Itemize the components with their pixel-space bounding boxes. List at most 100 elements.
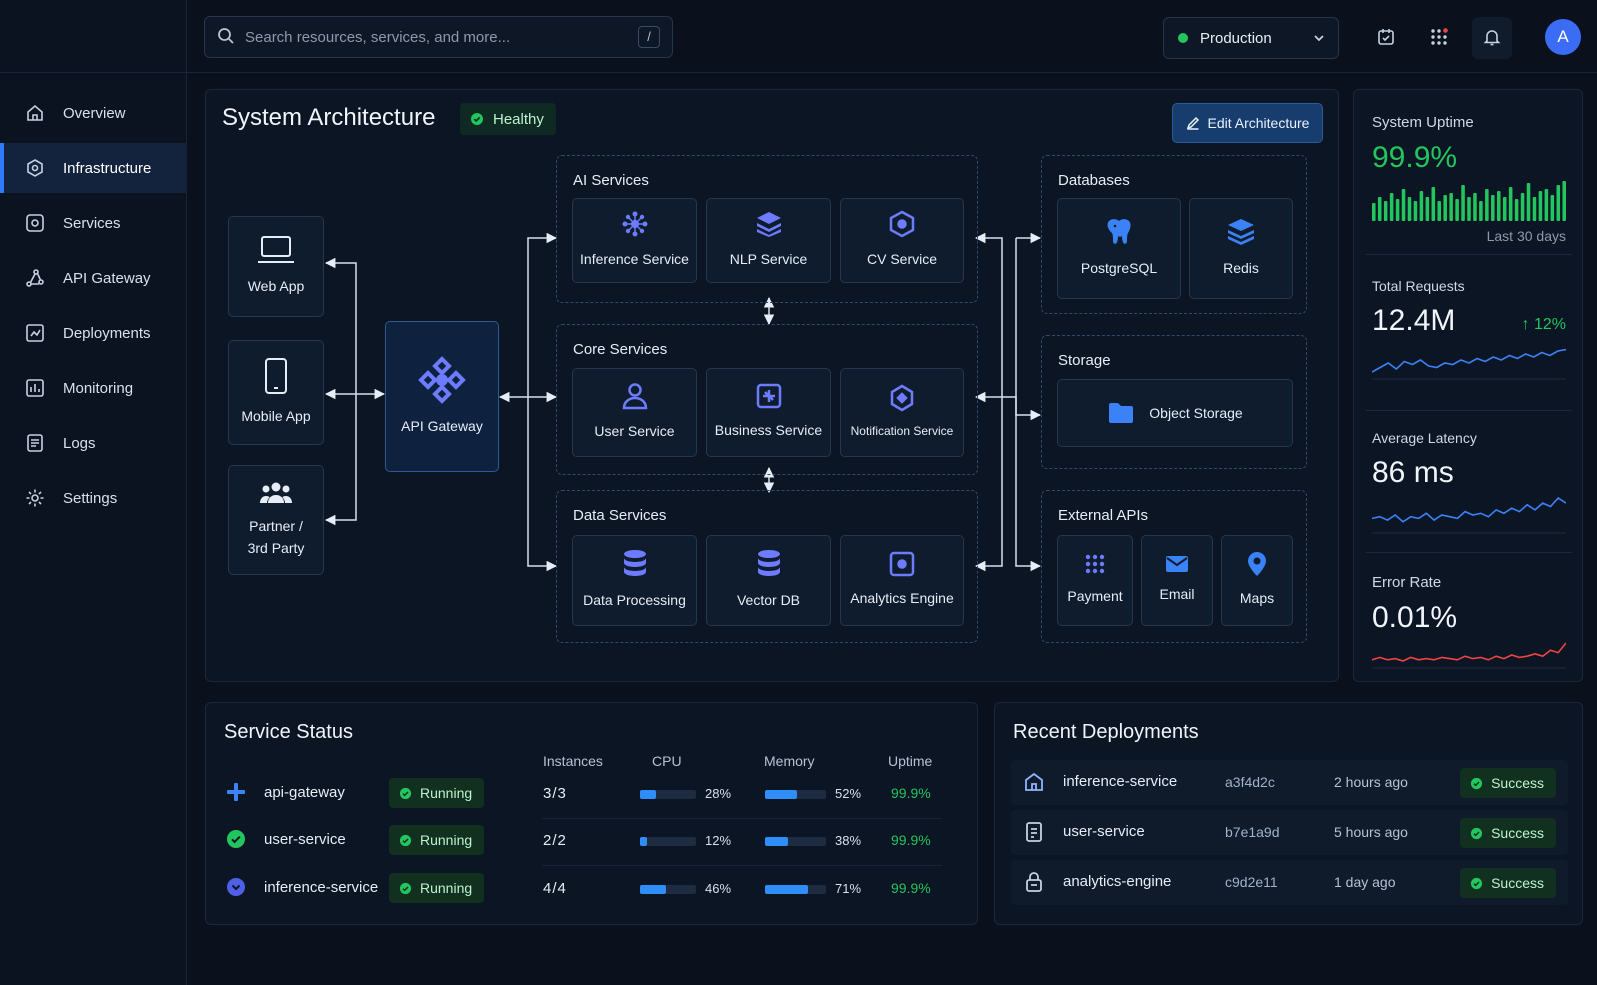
sidebar-item-api-gateway[interactable]: API Gateway [0, 253, 187, 303]
business-service-node[interactable]: Business Service [706, 368, 831, 457]
latency-label: Average Latency [1372, 430, 1477, 446]
status-label: Success [1491, 825, 1544, 841]
mobile-app-label: Mobile App [241, 408, 311, 425]
uptime-label: System Uptime [1372, 114, 1474, 131]
uptime-bar [1514, 199, 1519, 221]
nlp-service-node[interactable]: NLP Service [706, 198, 831, 283]
partner-label: Partner / 3rd Party [248, 515, 305, 560]
sidebar-item-logs[interactable]: Logs [0, 418, 187, 468]
edit-architecture-button[interactable]: Edit Architecture [1172, 103, 1323, 143]
uptime-bar [1437, 201, 1442, 221]
requests-change-value: 12% [1533, 316, 1566, 333]
postgresql-elephant-icon [1107, 219, 1131, 245]
uptime-bar [1496, 191, 1501, 221]
list-item[interactable]: analytics-engine c9d2e11 1 day ago Succe… [1011, 860, 1568, 905]
services-gear-icon [24, 212, 46, 234]
memory-bar-fill [765, 885, 809, 894]
data-processing-label: Data Processing [583, 592, 686, 609]
sidebar-item-services[interactable]: Services [0, 198, 187, 248]
redis-label: Redis [1223, 260, 1259, 277]
object-storage-node[interactable]: Object Storage [1057, 379, 1293, 447]
web-app-label: Web App [247, 278, 305, 295]
sidebar-item-monitoring[interactable]: Monitoring [0, 363, 187, 413]
maps-node[interactable]: Maps [1221, 535, 1293, 626]
vector-db-node[interactable]: Vector DB [706, 535, 831, 626]
map-pin-icon [1248, 552, 1266, 577]
latency-value: 86 ms [1372, 456, 1454, 489]
notification-hexagon-icon [890, 384, 914, 412]
calendar-check-button[interactable] [1366, 17, 1406, 59]
service-name: inference-service [264, 879, 379, 896]
uptime-bar [1544, 189, 1549, 221]
uptime-bar [1419, 191, 1424, 221]
latency-metric: Average Latency 86 ms [1371, 430, 1567, 537]
status-badge: Success [1460, 868, 1556, 898]
ai-services-title: AI Services [573, 172, 649, 189]
maps-label: Maps [1239, 590, 1275, 607]
uptime-bar [1395, 199, 1400, 221]
postgresql-label: PostgreSQL [1080, 260, 1158, 277]
cv-service-node[interactable]: CV Service [840, 198, 964, 283]
error-rate-metric: Error Rate 0.01% [1371, 574, 1567, 672]
list-item[interactable]: user-service b7e1a9d 5 hours ago Success [1011, 810, 1568, 855]
nlp-service-label: NLP Service [729, 251, 808, 268]
uptime-value: 99.9% [1372, 141, 1458, 174]
data-processing-node[interactable]: Data Processing [572, 535, 697, 626]
user-service-node[interactable]: User Service [572, 368, 697, 457]
memory-percent: 38% [835, 833, 862, 848]
error-rate-label: Error Rate [1372, 574, 1442, 591]
analytics-engine-node[interactable]: Analytics Engine [840, 535, 964, 626]
postgresql-node[interactable]: PostgreSQL [1057, 198, 1181, 299]
apps-grid-button[interactable] [1419, 17, 1459, 59]
status-label: Success [1491, 875, 1544, 891]
core-services-title: Core Services [573, 341, 668, 358]
memory-bar [765, 790, 826, 799]
search-input[interactable] [245, 28, 635, 46]
table-row[interactable]: api-gateway Running 3/3 28% 52% 99.9% [206, 770, 979, 816]
uptime-bar [1449, 193, 1453, 221]
avatar[interactable]: A [1545, 19, 1581, 55]
envelope-icon [1166, 556, 1188, 573]
uptime-bar [1461, 185, 1465, 221]
status-badge: Running [389, 825, 485, 855]
api-gateway-hub-icon [418, 356, 466, 405]
sidebar-item-deployments[interactable]: Deployments [0, 308, 187, 358]
payment-node[interactable]: Payment [1057, 535, 1133, 626]
mobile-app-node[interactable]: Mobile App [228, 340, 324, 445]
sidebar-item-label: API Gateway [63, 269, 151, 287]
table-row[interactable]: inference-service Running 4/4 46% 71% 99… [206, 865, 979, 911]
laptop-icon [258, 236, 294, 264]
uptime-bar [1508, 187, 1513, 221]
table-row[interactable]: user-service Running 2/2 12% 38% 99.9% [206, 817, 979, 863]
redis-node[interactable]: Redis [1189, 198, 1293, 299]
inference-service-node[interactable]: Inference Service [572, 198, 697, 283]
uptime-percent: 99.9% [891, 785, 931, 801]
search-bar[interactable]: / [204, 16, 673, 58]
metric-divider [1366, 254, 1572, 255]
list-item[interactable]: inference-service a3f4d2c 2 hours ago Su… [1011, 760, 1568, 805]
uptime-bar [1467, 197, 1471, 221]
sidebar-item-infrastructure[interactable]: Infrastructure [0, 143, 187, 193]
partner-node[interactable]: Partner / 3rd Party [228, 465, 324, 575]
environment-selector[interactable]: Production [1163, 17, 1339, 59]
notification-service-node[interactable]: Notification Service [840, 368, 964, 457]
notifications-button[interactable] [1472, 17, 1512, 59]
infrastructure-icon [24, 157, 46, 179]
sidebar-item-label: Infrastructure [63, 159, 152, 177]
email-node[interactable]: Email [1141, 535, 1213, 626]
uptime-bar [1556, 185, 1561, 221]
uptime-bar [1550, 195, 1555, 221]
deployment-name: analytics-engine [1063, 873, 1172, 890]
service-status-title: Service Status [224, 721, 353, 743]
api-gateway-node[interactable]: API Gateway [385, 321, 499, 472]
cpu-bar-fill [640, 790, 656, 799]
uptime-percent: 99.9% [891, 880, 931, 896]
uptime-bar [1485, 189, 1489, 221]
redis-layers-icon [1228, 219, 1254, 246]
uptime-bar [1389, 193, 1394, 221]
uptime-bar [1401, 189, 1406, 221]
sidebar-item-settings[interactable]: Settings [0, 473, 187, 523]
object-storage-label: Object Storage [1149, 404, 1243, 421]
web-app-node[interactable]: Web App [228, 216, 324, 317]
sidebar-item-overview[interactable]: Overview [0, 88, 187, 138]
